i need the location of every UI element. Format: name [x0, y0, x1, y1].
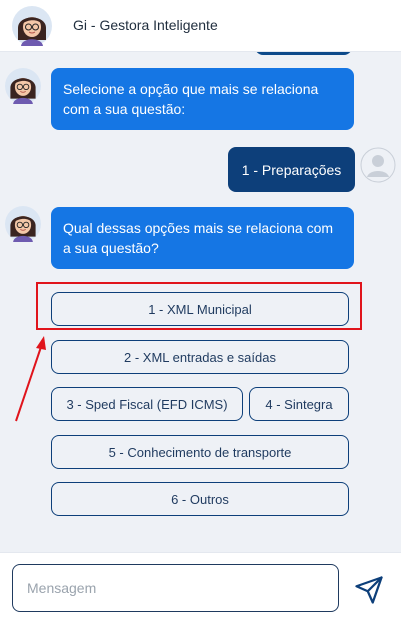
assistant-name: Gi - Gestora Inteligente — [73, 17, 218, 33]
option-outros-button[interactable]: 6 - Outros — [51, 482, 349, 516]
user-message: 1 - Preparações — [228, 147, 355, 192]
assistant-avatar-icon — [5, 68, 41, 104]
user-avatar-icon — [360, 147, 396, 183]
option-sintegra-button[interactable]: 4 - Sintegra — [249, 387, 349, 421]
send-button[interactable] — [352, 573, 386, 607]
chat-area[interactable]: Selecione a opção que mais se relaciona … — [0, 52, 401, 552]
bot-message: Qual dessas opções mais se relaciona com… — [51, 207, 354, 269]
bot-message: Selecione a opção que mais se relaciona … — [51, 68, 354, 130]
chat-header: Gi - Gestora Inteligente — [0, 0, 401, 52]
option-conhecimento-transporte-button[interactable]: 5 - Conhecimento de transporte — [51, 435, 349, 469]
assistant-avatar-icon — [12, 6, 52, 46]
assistant-avatar-icon — [5, 206, 41, 242]
option-xml-entradas-saidas-button[interactable]: 2 - XML entradas e saídas — [51, 340, 349, 374]
previous-message-bubble — [255, 52, 352, 55]
message-input[interactable] — [12, 564, 339, 612]
message-composer — [0, 552, 401, 618]
option-sped-fiscal-button[interactable]: 3 - Sped Fiscal (EFD ICMS) — [51, 387, 243, 421]
highlight-box — [36, 282, 362, 330]
send-icon — [355, 576, 383, 604]
